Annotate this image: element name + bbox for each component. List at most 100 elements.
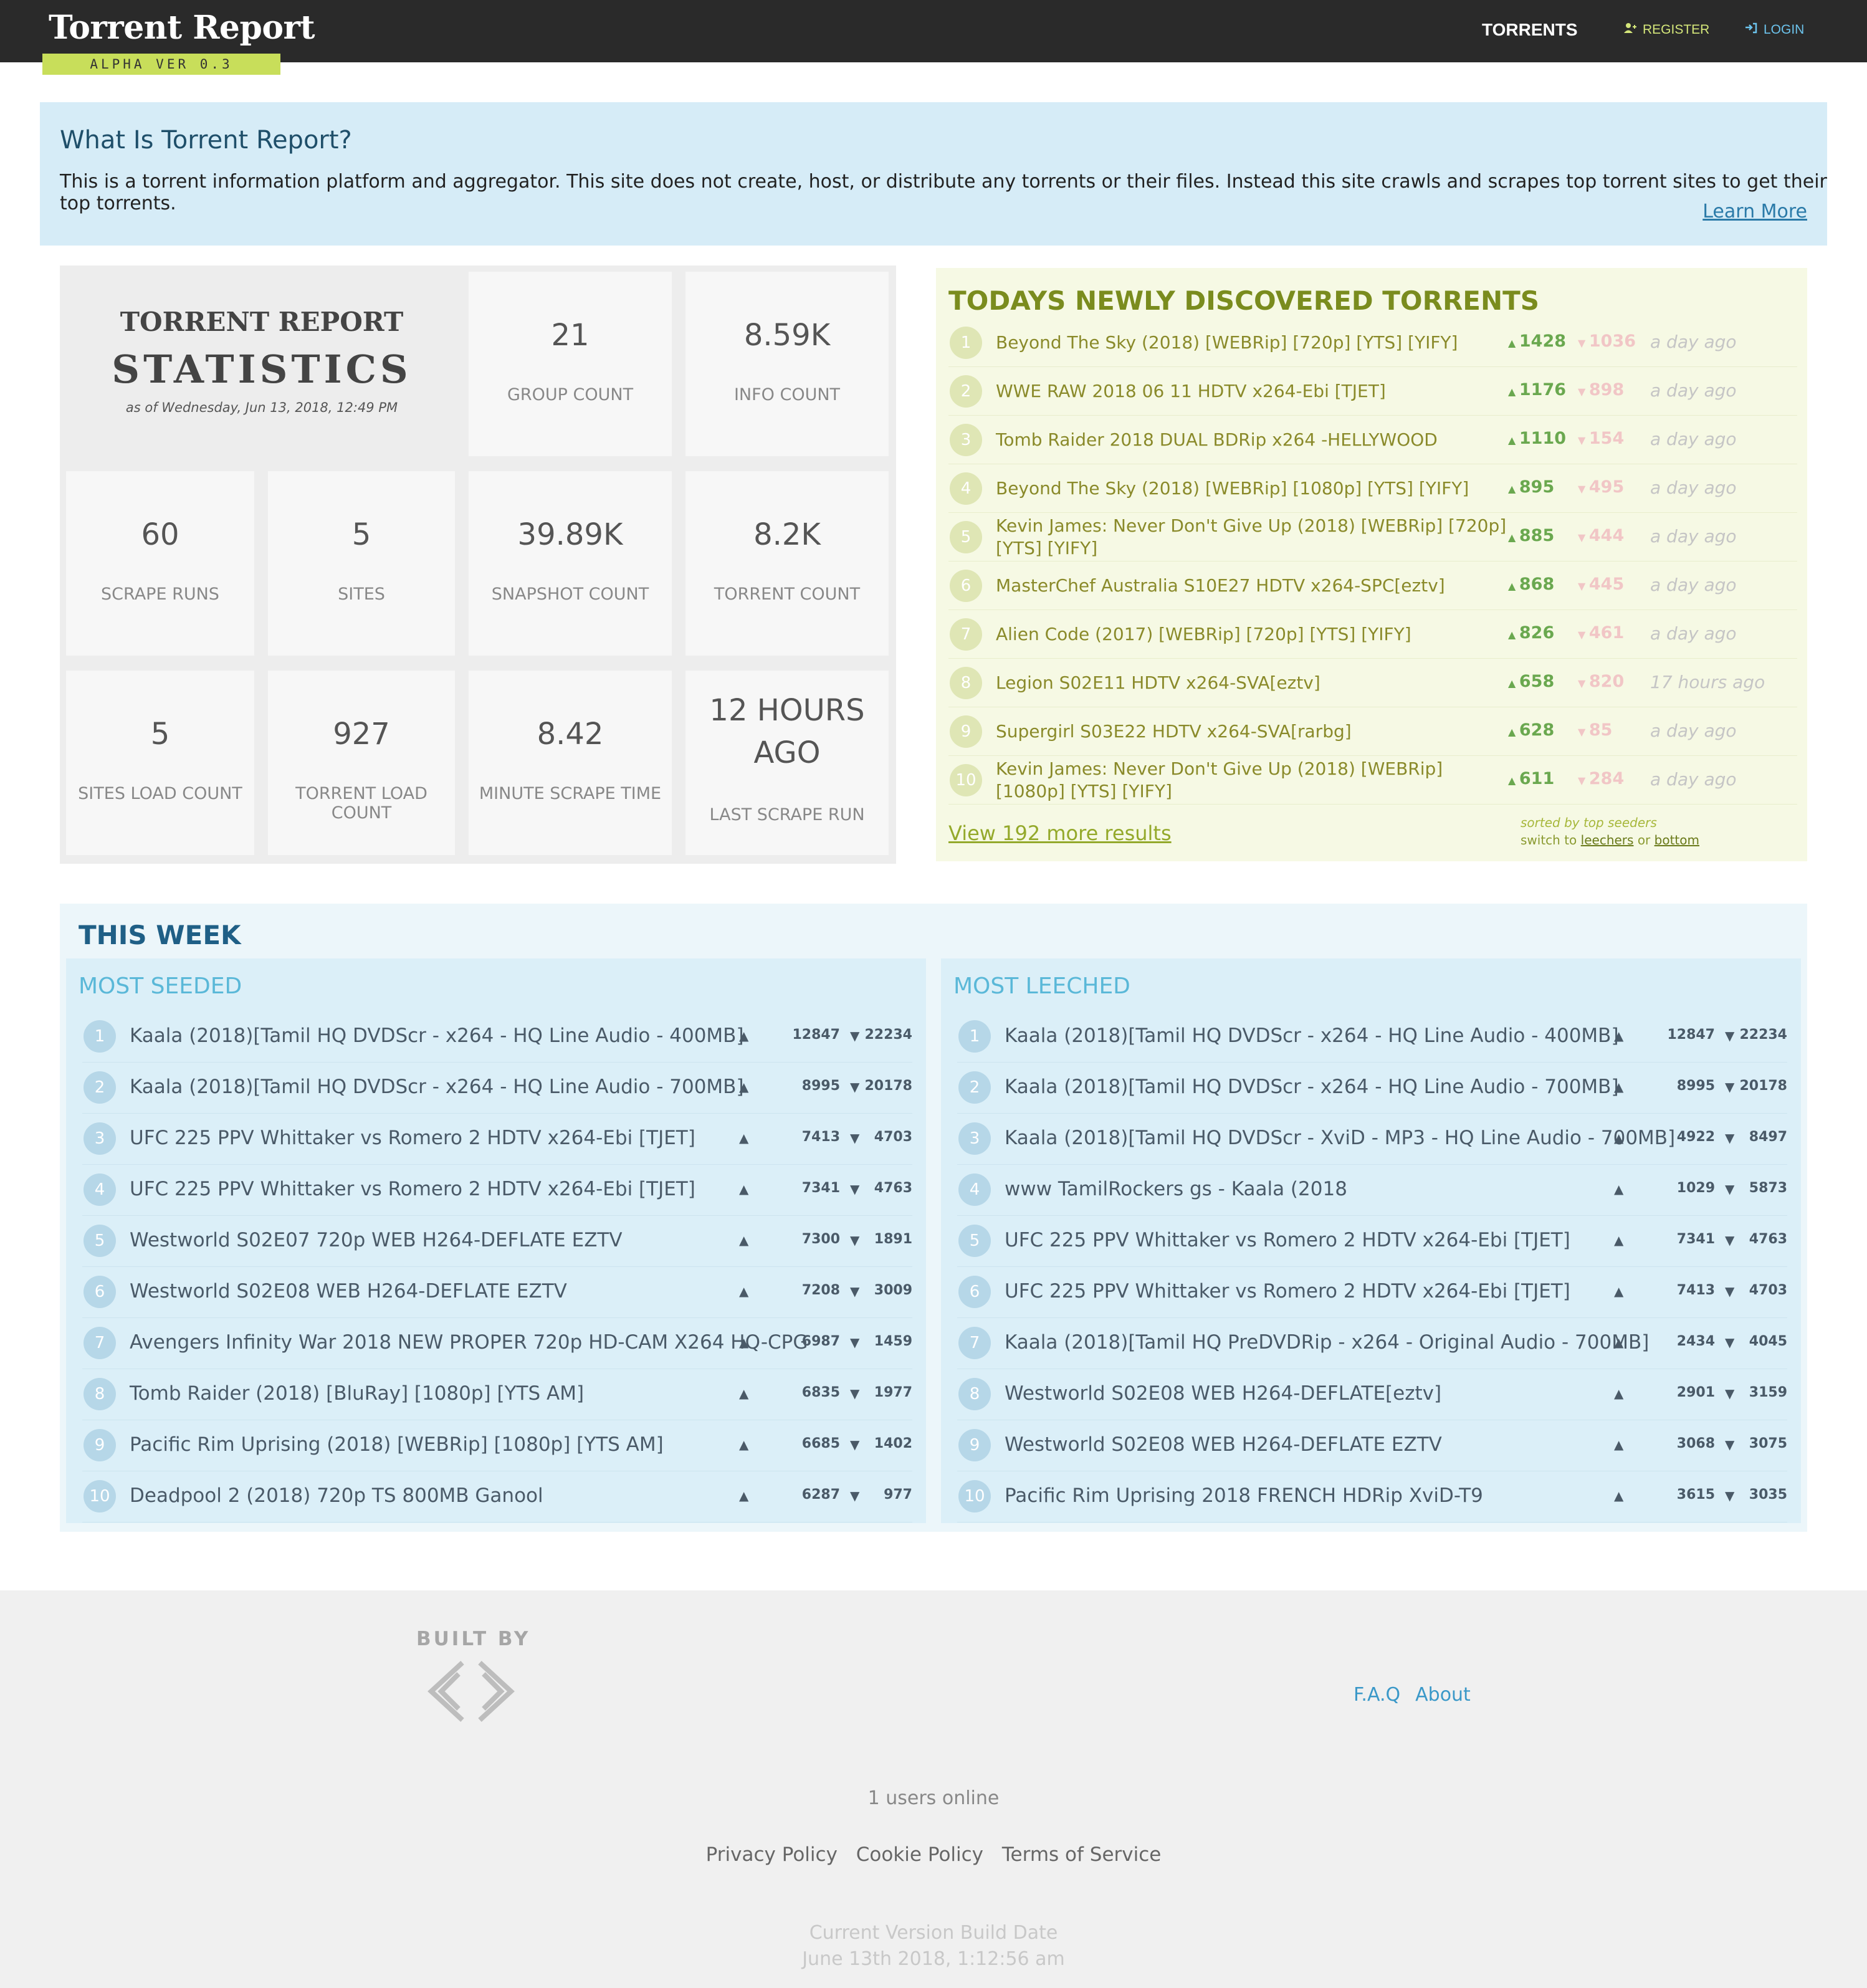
torrent-name-link[interactable]: Pacific Rim Uprising (2018) [WEBRip] [10…	[130, 1433, 664, 1456]
new-torrent-row[interactable]: 7 Alien Code (2017) [WEBRip] [720p] [YTS]…	[948, 609, 1797, 659]
torrent-name-link[interactable]: UFC 225 PPV Whittaker vs Romero 2 HDTV x…	[130, 1127, 695, 1149]
torrent-name-link[interactable]: Avengers Infinity War 2018 NEW PROPER 72…	[130, 1331, 808, 1354]
register-label: REGISTER	[1643, 22, 1710, 37]
torrent-name-link[interactable]: Pacific Rim Uprising 2018 FRENCH HDRip X…	[1005, 1484, 1483, 1507]
week-torrent-row[interactable]: 3 Kaala (2018)[Tamil HQ DVDScr - XviD - M…	[957, 1113, 1787, 1165]
statistics-heading-main: STATISTICS	[112, 346, 412, 392]
week-torrent-row[interactable]: 5 Westworld S02E07 720p WEB H264-DEFLATE …	[82, 1215, 912, 1267]
new-torrent-row[interactable]: 5 Kevin James: Never Don't Give Up (2018)…	[948, 512, 1797, 562]
torrent-name-link[interactable]: Alien Code (2017) [WEBRip] [720p] [YTS] …	[996, 623, 1507, 646]
week-torrent-row[interactable]: 7 Kaala (2018)[Tamil HQ PreDVDRip - x264 …	[957, 1317, 1787, 1369]
week-torrent-row[interactable]: 1 Kaala (2018)[Tamil HQ DVDScr - x264 - H…	[957, 1011, 1787, 1063]
stat-last-scrape-run: 12 HOURS AGO LAST SCRAPE RUN	[685, 671, 889, 855]
torrent-name-link[interactable]: MasterChef Australia S10E27 HDTV x264-SP…	[996, 575, 1507, 597]
torrent-name-link[interactable]: Kaala (2018)[Tamil HQ PreDVDRip - x264 -…	[1005, 1331, 1649, 1354]
week-torrent-row[interactable]: 1 Kaala (2018)[Tamil HQ DVDScr - x264 - H…	[82, 1011, 912, 1063]
torrent-name-link[interactable]: Kaala (2018)[Tamil HQ DVDScr - x264 - HQ…	[130, 1076, 744, 1098]
week-torrent-row[interactable]: 6 Westworld S02E08 WEB H264-DEFLATE EZTV ▲…	[82, 1266, 912, 1318]
rank-badge: 1	[950, 327, 982, 359]
torrent-name-link[interactable]: Beyond The Sky (2018) [WEBRip] [1080p] […	[996, 477, 1507, 500]
week-torrent-row[interactable]: 9 Westworld S02E08 WEB H264-DEFLATE EZTV ▲…	[957, 1420, 1787, 1471]
nav-torrents-link[interactable]: TORRENTS	[1482, 20, 1578, 40]
torrent-name-link[interactable]: Westworld S02E08 WEB H264-DEFLATE EZTV	[130, 1280, 567, 1302]
leechers-value: 4763	[1749, 1231, 1787, 1247]
week-torrent-row[interactable]: 4 UFC 225 PPV Whittaker vs Romero 2 HDTV …	[82, 1164, 912, 1216]
torrent-name-link[interactable]: Kevin James: Never Don't Give Up (2018) …	[996, 758, 1507, 803]
terms-of-service-link[interactable]: Terms of Service	[1002, 1843, 1161, 1866]
stat-label: SNAPSHOT COUNT	[491, 585, 649, 604]
rank-badge: 7	[958, 1327, 991, 1359]
triangle-up-icon: ▲	[739, 1284, 749, 1299]
rank-badge: 10	[950, 764, 982, 796]
torrent-name-link[interactable]: Westworld S02E07 720p WEB H264-DEFLATE E…	[130, 1229, 623, 1251]
torrent-name-link[interactable]: Legion S02E11 HDTV x264-SVA[eztv]	[996, 672, 1507, 694]
new-torrent-row[interactable]: 8 Legion S02E11 HDTV x264-SVA[eztv] ▲ 658 ▼…	[948, 658, 1797, 707]
torrent-name-link[interactable]: WWE RAW 2018 06 11 HDTV x264-Ebi [TJET]	[996, 380, 1507, 403]
sort-leechers-link[interactable]: leechers	[1581, 833, 1634, 848]
week-torrent-row[interactable]: 3 UFC 225 PPV Whittaker vs Romero 2 HDTV …	[82, 1113, 912, 1165]
triangle-up-icon: ▲	[1508, 483, 1519, 495]
most-leeched-heading: MOST LEECHED	[953, 973, 1130, 999]
torrent-name-link[interactable]: UFC 225 PPV Whittaker vs Romero 2 HDTV x…	[1005, 1229, 1570, 1251]
week-torrent-row[interactable]: 6 UFC 225 PPV Whittaker vs Romero 2 HDTV …	[957, 1266, 1787, 1318]
torrent-name-link[interactable]: Supergirl S03E22 HDTV x264-SVA[rarbg]	[996, 720, 1507, 743]
seeders-value: 6287	[801, 1487, 840, 1503]
torrent-name-link[interactable]: Kaala (2018)[Tamil HQ DVDScr - XviD - MP…	[1005, 1127, 1675, 1149]
faq-link[interactable]: F.A.Q	[1354, 1684, 1400, 1706]
sorted-by-note: sorted by top seeders	[1521, 815, 1657, 830]
torrent-name-link[interactable]: Westworld S02E08 WEB H264-DEFLATE[eztv]	[1005, 1382, 1441, 1405]
week-torrent-row[interactable]: 2 Kaala (2018)[Tamil HQ DVDScr - x264 - H…	[82, 1062, 912, 1114]
torrent-name-link[interactable]: Kaala (2018)[Tamil HQ DVDScr - x264 - HQ…	[130, 1025, 744, 1047]
privacy-policy-link[interactable]: Privacy Policy	[706, 1843, 838, 1866]
new-torrent-row[interactable]: 3 Tomb Raider 2018 DUAL BDRip x264 -HELLY…	[948, 415, 1797, 464]
about-link[interactable]: About	[1415, 1684, 1471, 1706]
week-torrent-row[interactable]: 9 Pacific Rim Uprising (2018) [WEBRip] [1…	[82, 1420, 912, 1471]
torrent-name-link[interactable]: Westworld S02E08 WEB H264-DEFLATE EZTV	[1005, 1433, 1442, 1456]
nav-login-link[interactable]: LOGIN	[1745, 22, 1804, 37]
triangle-down-icon: ▼	[1578, 726, 1589, 738]
triangle-up-icon: ▲	[1614, 1284, 1624, 1299]
week-torrent-row[interactable]: 10 Deadpool 2 (2018) 720p TS 800MB Ganool…	[82, 1471, 912, 1522]
new-torrent-row[interactable]: 4 Beyond The Sky (2018) [WEBRip] [1080p] …	[948, 464, 1797, 513]
triangle-up-icon: ▲	[739, 1182, 749, 1197]
torrent-name-link[interactable]: Kevin James: Never Don't Give Up (2018) …	[996, 515, 1507, 560]
week-torrent-row[interactable]: 7 Avengers Infinity War 2018 NEW PROPER 7…	[82, 1317, 912, 1369]
week-torrent-row[interactable]: 4 www TamilRockers gs - Kaala (2018 ▲ 1029 ▼…	[957, 1164, 1787, 1216]
learn-more-link[interactable]: Learn More	[1702, 201, 1807, 222]
torrent-name-link[interactable]: Tomb Raider 2018 DUAL BDRip x264 -HELLYW…	[996, 429, 1507, 451]
leechers-value: 3035	[1749, 1487, 1787, 1503]
torrent-name-link[interactable]: UFC 225 PPV Whittaker vs Romero 2 HDTV x…	[130, 1178, 695, 1200]
leechers-count: ▼ 444	[1578, 526, 1640, 545]
torrent-name-link[interactable]: Deadpool 2 (2018) 720p TS 800MB Ganool	[130, 1484, 543, 1507]
site-logo[interactable]: Torrent Report	[49, 9, 315, 47]
new-torrent-row[interactable]: 1 Beyond The Sky (2018) [WEBRip] [720p] […	[948, 318, 1797, 367]
new-torrent-row[interactable]: 10 Kevin James: Never Don't Give Up (2018…	[948, 755, 1797, 805]
new-torrent-row[interactable]: 6 MasterChef Australia S10E27 HDTV x264-S…	[948, 561, 1797, 610]
torrent-name-link[interactable]: Beyond The Sky (2018) [WEBRip] [720p] [Y…	[996, 332, 1507, 354]
torrent-name-link[interactable]: Kaala (2018)[Tamil HQ DVDScr - x264 - HQ…	[1005, 1076, 1619, 1098]
torrent-name-link[interactable]: www TamilRockers gs - Kaala (2018	[1005, 1178, 1347, 1200]
new-torrent-row[interactable]: 9 Supergirl S03E22 HDTV x264-SVA[rarbg] ▲ …	[948, 707, 1797, 756]
statistics-panel: TORRENT REPORT STATISTICS as of Wednesda…	[60, 265, 896, 864]
new-torrent-row[interactable]: 2 WWE RAW 2018 06 11 HDTV x264-Ebi [TJET]…	[948, 366, 1797, 416]
torrent-name-link[interactable]: UFC 225 PPV Whittaker vs Romero 2 HDTV x…	[1005, 1280, 1570, 1302]
leechers-value: 22234	[1739, 1027, 1787, 1043]
torrent-name-link[interactable]: Tomb Raider (2018) [BluRay] [1080p] [YTS…	[130, 1382, 584, 1405]
stat-label: INFO COUNT	[733, 385, 841, 404]
sort-bottom-link[interactable]: bottom	[1655, 833, 1699, 848]
leechers-value: 4703	[1749, 1283, 1787, 1298]
week-torrent-row[interactable]: 10 Pacific Rim Uprising 2018 FRENCH HDRip…	[957, 1471, 1787, 1522]
week-torrent-row[interactable]: 5 UFC 225 PPV Whittaker vs Romero 2 HDTV …	[957, 1215, 1787, 1267]
built-by-label: BUILT BY	[416, 1628, 531, 1650]
week-torrent-row[interactable]: 8 Tomb Raider (2018) [BluRay] [1080p] [YT…	[82, 1369, 912, 1420]
stat-label: SITES	[338, 585, 385, 604]
cookie-policy-link[interactable]: Cookie Policy	[856, 1843, 983, 1866]
triangle-down-icon: ▼	[1578, 532, 1589, 543]
nav-register-link[interactable]: REGISTER	[1624, 22, 1709, 37]
torrent-name-link[interactable]: Kaala (2018)[Tamil HQ DVDScr - x264 - HQ…	[1005, 1025, 1619, 1047]
week-torrent-row[interactable]: 2 Kaala (2018)[Tamil HQ DVDScr - x264 - H…	[957, 1062, 1787, 1114]
chevrons-logo-icon[interactable]	[421, 1660, 521, 1725]
view-more-link[interactable]: View 192 more results	[948, 821, 1172, 845]
most-seeded-heading: MOST SEEDED	[79, 973, 242, 999]
week-torrent-row[interactable]: 8 Westworld S02E08 WEB H264-DEFLATE[eztv]…	[957, 1369, 1787, 1420]
